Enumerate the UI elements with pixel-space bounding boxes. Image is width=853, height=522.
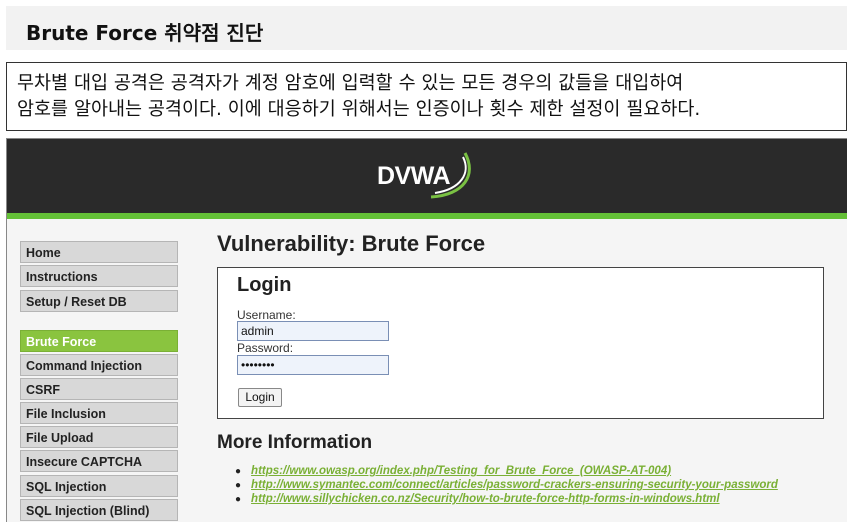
- bullet-icon: ●: [235, 466, 242, 477]
- menu-item-csrf[interactable]: CSRF: [20, 378, 178, 400]
- login-button[interactable]: Login: [238, 388, 282, 407]
- menu-item-label: File Upload: [26, 431, 94, 445]
- menu-item-file-upload[interactable]: File Upload: [20, 426, 178, 448]
- section-title-bar: Brute Force 취약점 진단: [6, 6, 847, 50]
- list-item: ● http://www.sillychicken.co.nz/Security/…: [235, 493, 720, 505]
- username-label: Username:: [237, 308, 296, 322]
- header-green-stripe: [7, 213, 847, 219]
- menu-item-label: Home: [26, 246, 61, 260]
- dvwa-logo-text: DVWA: [377, 162, 451, 190]
- menu-item-label: CSRF: [26, 383, 61, 397]
- password-input[interactable]: ••••••••: [237, 355, 389, 375]
- menu-item-label: Instructions: [26, 270, 98, 284]
- login-form: Login Username: admin Password: ••••••••…: [217, 267, 824, 419]
- menu-item-setup-reset-db[interactable]: Setup / Reset DB: [20, 290, 178, 312]
- owasp-link[interactable]: https://www.owasp.org/index.php/Testing_…: [251, 465, 671, 477]
- password-label: Password:: [237, 341, 294, 355]
- menu-item-file-inclusion[interactable]: File Inclusion: [20, 402, 178, 424]
- menu-item-label: Brute Force: [26, 335, 97, 349]
- list-item: ● https://www.owasp.org/index.php/Testing…: [235, 465, 671, 477]
- menu-item-label: SQL Injection: [26, 480, 107, 494]
- list-item: ● http://www.symantec.com/connect/article…: [235, 479, 778, 491]
- description-line-1: 무차별 대입 공격은 공격자가 계정 암호에 입력할 수 있는 모든 경우의 값…: [17, 73, 684, 94]
- username-input[interactable]: admin: [237, 321, 389, 341]
- menu-item-home[interactable]: Home: [20, 241, 178, 263]
- page-title: Vulnerability: Brute Force: [217, 231, 486, 256]
- menu-item-sql-injection[interactable]: SQL Injection: [20, 475, 178, 497]
- menu-item-sql-injection-blind[interactable]: SQL Injection (Blind): [20, 499, 178, 521]
- description-box: 무차별 대입 공격은 공격자가 계정 암호에 입력할 수 있는 모든 경우의 값…: [6, 62, 847, 131]
- dvwa-logo: DVWA: [369, 145, 489, 207]
- menu-item-label: SQL Injection (Blind): [26, 504, 150, 518]
- description-line-2: 암호를 알아내는 공격이다. 이에 대응하기 위해서는 인증이나 횟수 제한 설…: [17, 99, 701, 120]
- more-information-title: More Information: [217, 432, 373, 453]
- menu-item-label: File Inclusion: [26, 407, 106, 421]
- login-title: Login: [237, 274, 292, 296]
- menu-item-label: Insecure CAPTCHA: [26, 455, 142, 469]
- bullet-icon: ●: [235, 480, 242, 491]
- dvwa-screenshot: DVWA Home Instructions Setup / Reset DB …: [6, 138, 847, 522]
- menu-item-instructions[interactable]: Instructions: [20, 265, 178, 287]
- sillychicken-link[interactable]: http://www.sillychicken.co.nz/Security/h…: [251, 493, 720, 505]
- menu-item-label: Setup / Reset DB: [26, 295, 127, 309]
- bullet-icon: ●: [235, 494, 242, 505]
- menu-item-command-injection[interactable]: Command Injection: [20, 354, 178, 376]
- dvwa-header: DVWA: [7, 139, 847, 213]
- symantec-link[interactable]: http://www.symantec.com/connect/articles…: [251, 479, 778, 491]
- menu-item-brute-force[interactable]: Brute Force: [20, 330, 178, 352]
- menu-item-insecure-captcha[interactable]: Insecure CAPTCHA: [20, 450, 178, 472]
- section-title: Brute Force 취약점 진단: [26, 21, 264, 45]
- menu-item-label: Command Injection: [26, 359, 142, 373]
